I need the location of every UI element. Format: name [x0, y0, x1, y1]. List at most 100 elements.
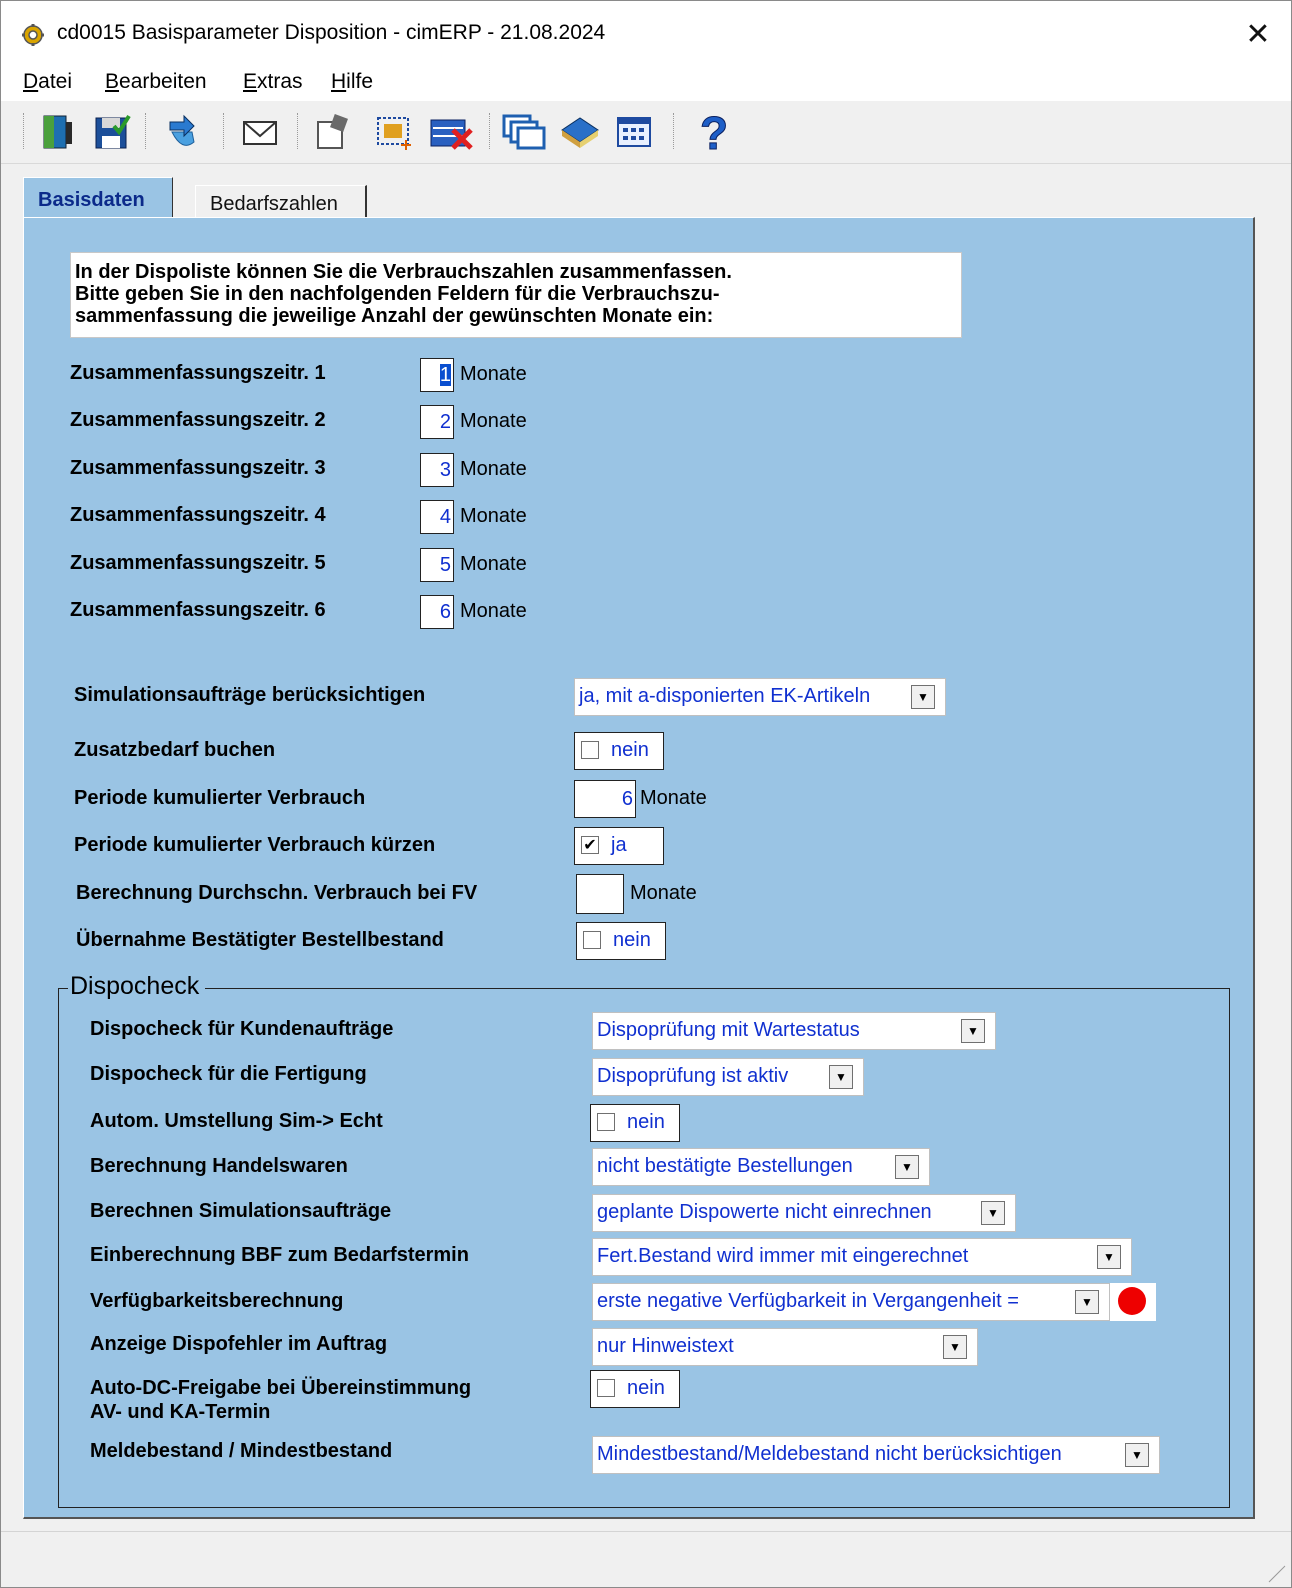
uebernahme-checkbox[interactable]: nein — [576, 922, 666, 960]
checkbox-checked-icon[interactable]: ✔ — [581, 836, 599, 854]
periode-label: Periode kumulierter Verbrauch — [74, 787, 366, 809]
status-bar — [1, 1531, 1291, 1587]
period-2-input[interactable]: 2 — [420, 405, 454, 439]
resize-grip-icon[interactable] — [1265, 1562, 1287, 1584]
period-6-unit: Monate — [460, 600, 527, 622]
period-5-unit: Monate — [460, 553, 527, 575]
verf-status-indicator — [1110, 1283, 1156, 1321]
chevron-down-icon[interactable]: ▼ — [1075, 1290, 1099, 1314]
gear-icon — [22, 24, 44, 46]
period-4-unit: Monate — [460, 505, 527, 527]
checkbox-box[interactable] — [597, 1379, 615, 1397]
new-record-icon[interactable] — [371, 109, 417, 155]
simauf-select[interactable]: geplante Dispowerte nicht einrechnen ▼ — [592, 1194, 1016, 1232]
chevron-down-icon[interactable]: ▼ — [895, 1155, 919, 1179]
title-bar: cd0015 Basisparameter Disposition - cimE… — [1, 1, 1291, 67]
chevron-down-icon[interactable]: ▼ — [829, 1065, 853, 1089]
melde-select[interactable]: Mindestbestand/Meldebestand nicht berück… — [592, 1436, 1160, 1474]
period-1-label: Zusammenfassungszeitr. 1 — [70, 362, 326, 384]
toolbar-separator — [145, 113, 148, 149]
red-status-dot-icon — [1118, 1287, 1146, 1315]
save-icon[interactable] — [89, 109, 135, 155]
menu-bearbeiten[interactable]: Bearbeiten — [105, 70, 207, 94]
chevron-down-icon[interactable]: ▼ — [961, 1019, 985, 1043]
kuerzen-checkbox[interactable]: ✔ ja — [574, 827, 664, 865]
sim-select-value: ja, mit a-disponierten EK-Artikeln — [579, 685, 871, 707]
toolbar-separator — [489, 113, 492, 149]
zusatz-checkbox-text: nein — [611, 739, 649, 761]
dispocheck-title: Dispocheck — [68, 972, 206, 1001]
help-icon[interactable]: ? — [691, 109, 737, 155]
handel-label: Berechnung Handelswaren — [90, 1155, 348, 1177]
exit-icon[interactable] — [35, 109, 81, 155]
sim-select[interactable]: ja, mit a-disponierten EK-Artikeln ▼ — [574, 678, 946, 716]
period-4-input[interactable]: 4 — [420, 500, 454, 534]
period-3-label: Zusammenfassungszeitr. 3 — [70, 457, 326, 479]
chevron-down-icon[interactable]: ▼ — [911, 685, 935, 709]
fertigung-select[interactable]: Dispoprüfung ist aktiv ▼ — [592, 1058, 864, 1096]
chevron-down-icon[interactable]: ▼ — [943, 1335, 967, 1359]
chevron-down-icon[interactable]: ▼ — [981, 1201, 1005, 1225]
book-icon[interactable] — [557, 109, 603, 155]
period-6-input[interactable]: 6 — [420, 595, 454, 629]
verf-select[interactable]: erste negative Verfügbarkeit in Vergange… — [592, 1283, 1110, 1321]
import-icon[interactable] — [159, 109, 205, 155]
bbf-select-value: Fert.Bestand wird immer mit eingerechnet — [597, 1245, 969, 1267]
tab-panel-basisdaten: In der Dispoliste können Sie die Verbrau… — [23, 217, 1255, 1519]
period-3-input[interactable]: 3 — [420, 453, 454, 487]
period-5-input[interactable]: 5 — [420, 548, 454, 582]
periode-input[interactable]: 6 — [574, 780, 636, 818]
checkbox-box[interactable] — [583, 931, 601, 949]
fertigung-select-value: Dispoprüfung ist aktiv — [597, 1065, 789, 1087]
umstellung-label: Autom. Umstellung Sim-> Echt — [90, 1110, 383, 1132]
zusatz-label: Zusatzbedarf buchen — [74, 739, 276, 761]
handel-select[interactable]: nicht bestätigte Bestellungen ▼ — [592, 1148, 930, 1186]
sim-label: Simulationsaufträge berücksichtigen — [74, 684, 426, 706]
chevron-down-icon[interactable]: ▼ — [1097, 1245, 1121, 1269]
kunden-select[interactable]: Dispoprüfung mit Wartestatus ▼ — [592, 1012, 996, 1050]
window-title: cd0015 Basisparameter Disposition - cimE… — [57, 21, 606, 44]
checkbox-box[interactable] — [597, 1113, 615, 1131]
chevron-down-icon[interactable]: ▼ — [1125, 1443, 1149, 1467]
info-line: sammenfassung die jeweilige Anzahl der g… — [75, 305, 714, 327]
checkbox-box[interactable] — [581, 741, 599, 759]
handel-select-value: nicht bestätigte Bestellungen — [597, 1155, 853, 1177]
verf-label: Verfügbarkeitsberechnung — [90, 1290, 344, 1312]
delete-icon[interactable] — [429, 109, 475, 155]
menu-hilfe[interactable]: Hilfe — [331, 70, 373, 94]
menu-extras[interactable]: Extras — [243, 70, 303, 94]
period-2-unit: Monate — [460, 410, 527, 432]
fehler-select[interactable]: nur Hinweistext ▼ — [592, 1328, 978, 1366]
edit-icon[interactable] — [311, 109, 357, 155]
toolbar-separator — [223, 113, 226, 149]
zusatz-checkbox[interactable]: nein — [574, 732, 664, 770]
menu-datei[interactable]: Datei — [23, 70, 72, 94]
application-window: cd0015 Basisparameter Disposition - cimE… — [0, 0, 1292, 1588]
table-icon[interactable] — [611, 109, 657, 155]
melde-select-value: Mindestbestand/Meldebestand nicht berück… — [597, 1443, 1062, 1465]
toolbar-separator — [297, 113, 300, 149]
durchschn-input[interactable] — [576, 874, 624, 914]
mail-icon[interactable] — [237, 109, 283, 155]
umstellung-checkbox[interactable]: nein — [590, 1104, 680, 1142]
fertigung-label: Dispocheck für die Fertigung — [90, 1063, 367, 1085]
period-3-unit: Monate — [460, 458, 527, 480]
melde-label: Meldebestand / Mindestbestand — [90, 1440, 393, 1462]
periode-unit: Monate — [640, 787, 707, 809]
close-button[interactable]: ✕ — [1233, 11, 1283, 57]
autodc-checkbox-text: nein — [627, 1377, 665, 1399]
uebernahme-label: Übernahme Bestätigter Bestellbestand — [76, 929, 444, 951]
period-2-label: Zusammenfassungszeitr. 2 — [70, 409, 326, 431]
windows-icon[interactable] — [501, 109, 547, 155]
fehler-label: Anzeige Dispofehler im Auftrag — [90, 1333, 388, 1355]
period-1-input[interactable]: 1 — [420, 358, 454, 392]
info-text-box: In der Dispoliste können Sie die Verbrau… — [70, 252, 962, 338]
bbf-label: Einberechnung BBF zum Bedarfstermin — [90, 1244, 469, 1266]
autodc-checkbox[interactable]: nein — [590, 1370, 680, 1408]
simauf-label: Berechnen Simulationsaufträge — [90, 1200, 392, 1222]
period-5-label: Zusammenfassungszeitr. 5 — [70, 552, 326, 574]
durchschn-label: Berechnung Durchschn. Verbrauch bei FV — [76, 882, 478, 904]
kuerzen-checkbox-text: ja — [611, 834, 627, 856]
bbf-select[interactable]: Fert.Bestand wird immer mit eingerechnet… — [592, 1238, 1132, 1276]
durchschn-unit: Monate — [630, 882, 697, 904]
